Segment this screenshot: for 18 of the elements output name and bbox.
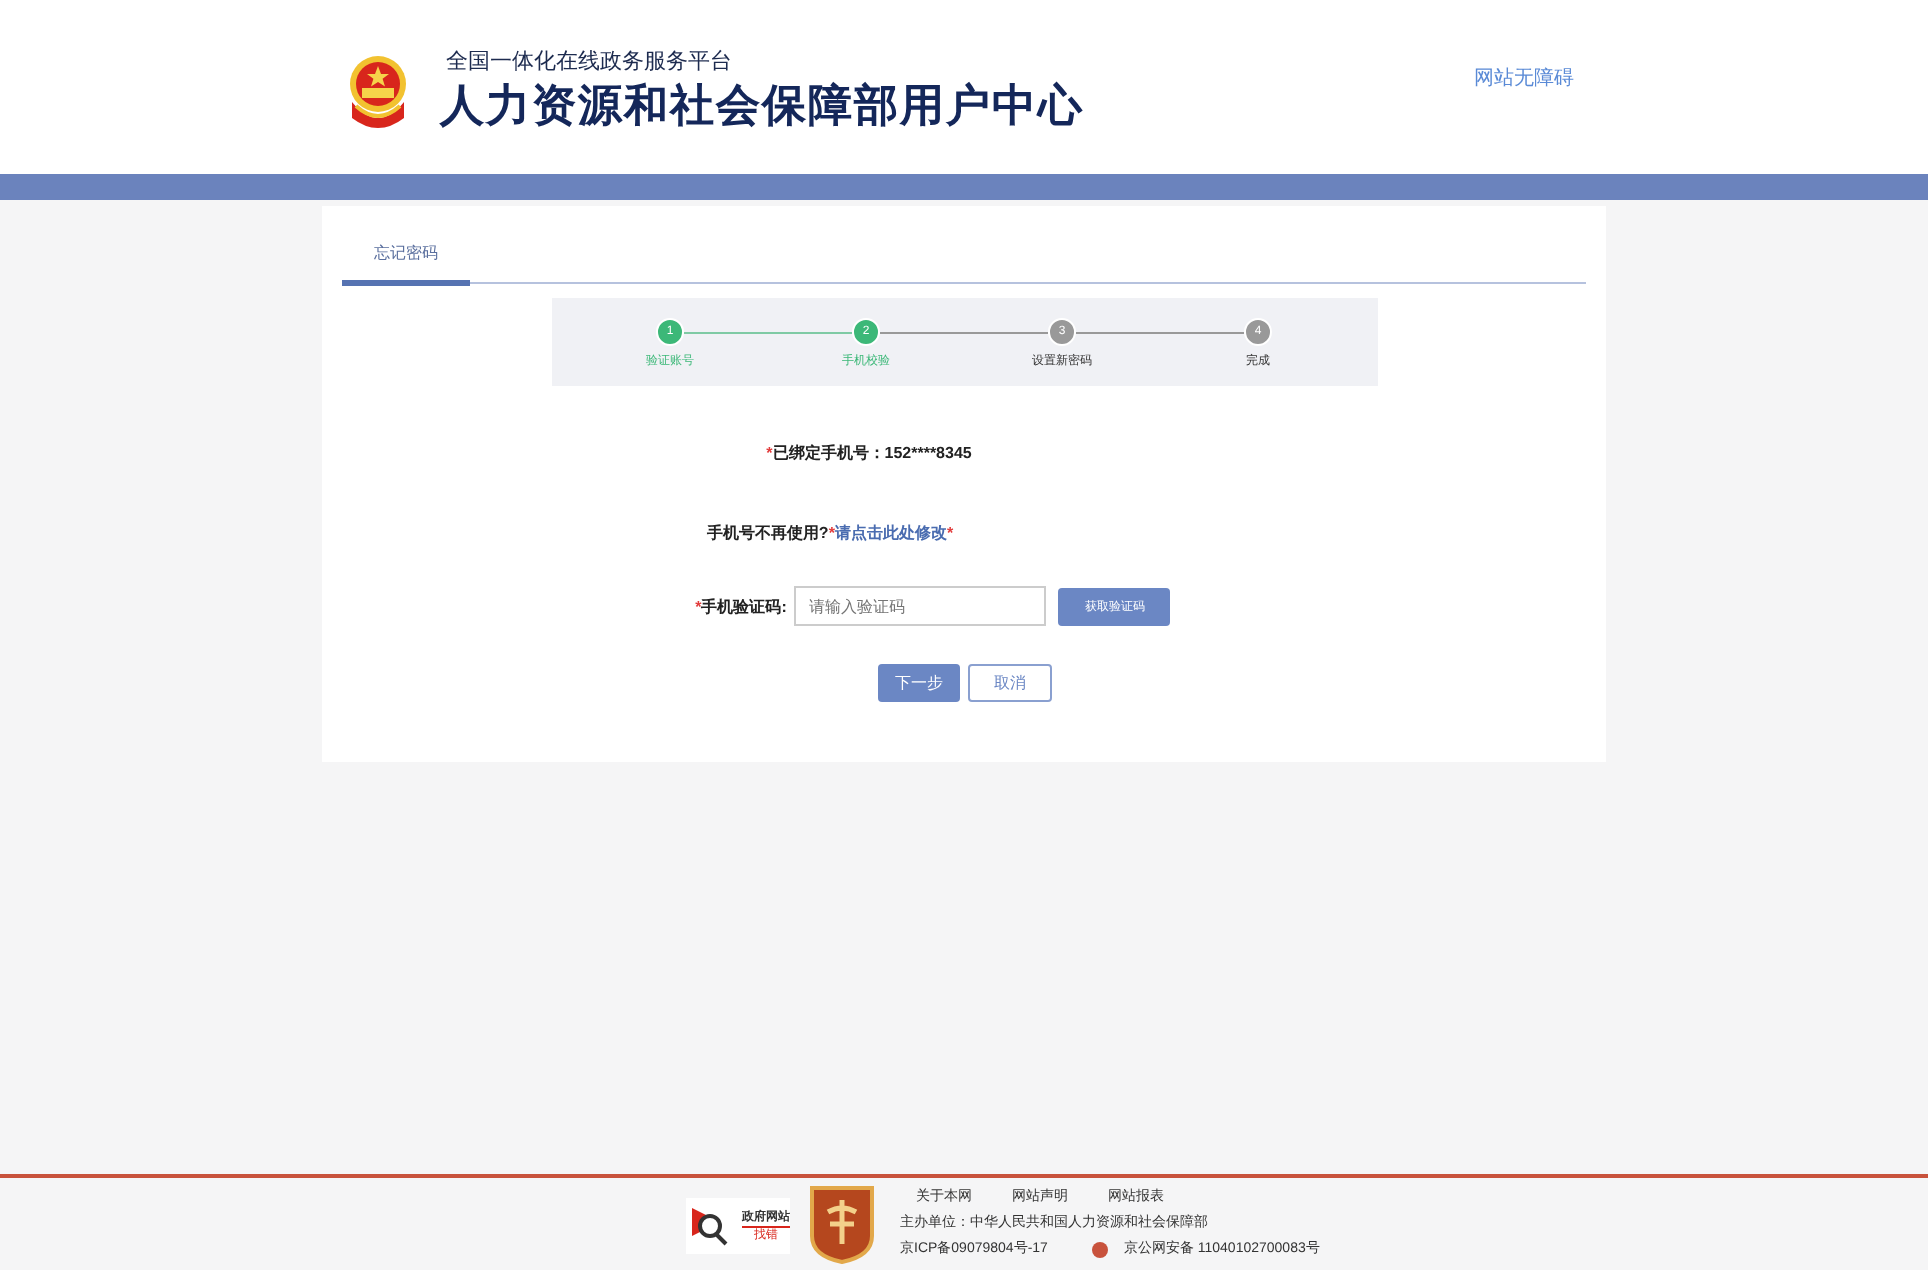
cancel-button[interactable]: 取消 <box>968 664 1052 702</box>
required-mark: * <box>946 524 954 542</box>
bound-phone-label: 已绑定手机号： <box>772 442 885 464</box>
shield-emblem-icon <box>808 1184 876 1264</box>
required-mark: * <box>766 444 773 462</box>
tab[interactable]: 忘记密码 <box>342 230 470 286</box>
platform-subtitle: 全国一体化在线政务服务平台 <box>446 48 734 76</box>
emblem-icon <box>344 53 412 129</box>
site-title: 人力资源和社会保障部用户中心 <box>440 78 1084 134</box>
next-button[interactable]: 下一步 <box>878 664 960 702</box>
change-prompt: 手机号不再使用? <box>706 522 829 544</box>
required-mark: * <box>828 524 835 542</box>
code-label: 手机验证码: <box>701 595 787 617</box>
change-phone-link[interactable]: 请点击此处修改 <box>834 522 947 544</box>
bound-phone-value: 152****8345 <box>884 444 972 462</box>
accessibility-link[interactable]: 网站无障碍 <box>1474 63 1574 91</box>
required-mark: * <box>695 597 702 615</box>
code-input[interactable]: 请输入验证码 <box>794 586 1047 626</box>
